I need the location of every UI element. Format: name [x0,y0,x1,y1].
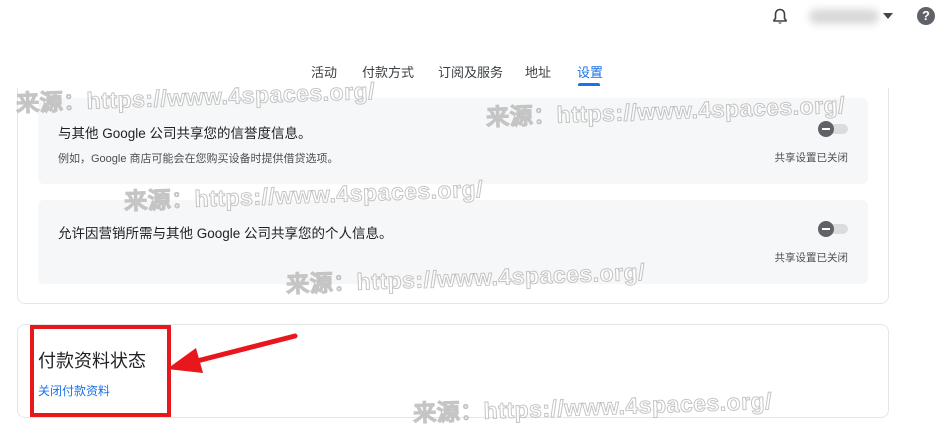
credit-sharing-toggle[interactable] [818,121,848,137]
annotation-arrow-icon [167,333,298,373]
setting-status: 共享设置已关闭 [774,252,849,264]
bell-icon [773,8,787,24]
marketing-sharing-toggle[interactable] [818,221,848,237]
account-name-redacted [809,9,879,24]
tab-subscriptions[interactable]: 订阅及服务 [438,62,503,81]
setting-description: 例如，Google 商店可能会在您购买设备时提供借贷选项。 [58,153,339,165]
tab-addresses[interactable]: 地址 [525,62,551,81]
setting-title: 允许因营销所需与其他 Google 公司共享您的个人信息。 [58,226,393,241]
toggle-off-icon [818,221,834,237]
help-icon[interactable]: ? [917,7,935,25]
annotation-highlight-box [30,325,171,417]
tab-activity[interactable]: 活动 [311,62,337,81]
tab-bar: 活动 付款方式 订阅及服务 地址 设置 [0,58,950,86]
active-tab-indicator [578,83,600,86]
tab-payment-methods[interactable]: 付款方式 [362,62,414,81]
account-switcher[interactable] [805,7,893,27]
tab-settings[interactable]: 设置 [577,62,603,81]
caret-down-icon [883,13,893,19]
toggle-off-icon [818,121,834,137]
setting-credit-sharing: 与其他 Google 公司共享您的信誉度信息。 例如，Google 商店可能会在… [38,98,868,184]
setting-status: 共享设置已关闭 [774,152,849,164]
setting-marketing-sharing: 允许因营销所需与其他 Google 公司共享您的个人信息。 共享设置已关闭 [38,200,868,284]
setting-title: 与其他 Google 公司共享您的信誉度信息。 [58,126,312,141]
sharing-settings-card: 与其他 Google 公司共享您的信誉度信息。 例如，Google 商店可能会在… [17,88,889,304]
